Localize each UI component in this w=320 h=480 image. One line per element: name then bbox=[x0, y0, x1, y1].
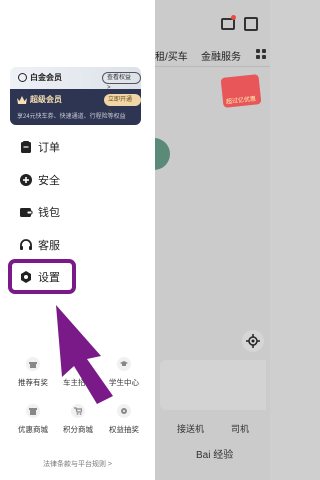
lottery-icon bbox=[117, 404, 131, 418]
grid-item-label: 权益抽奖 bbox=[109, 425, 139, 434]
grid-item-label: 推荐有奖 bbox=[18, 378, 48, 387]
red-packet-text: 超过亿优惠 bbox=[225, 96, 257, 106]
crown-icon bbox=[17, 96, 27, 104]
watermark: Bai 经验 bbox=[196, 450, 234, 461]
super-member-row: 超级会员 立即开通 > 享24元快车券、快速通道、行程险等权益 bbox=[10, 89, 141, 125]
super-member-description: 享24元快车券、快速通道、行程险等权益 bbox=[17, 114, 126, 120]
gift-icon bbox=[26, 357, 40, 371]
menu-item-label: 安全 bbox=[38, 175, 60, 187]
grid-item-driver-recruit[interactable]: 车主招募 bbox=[55, 357, 101, 397]
background-card bbox=[160, 360, 266, 410]
menu-item-safety[interactable]: 安全 bbox=[14, 169, 134, 191]
store-icon bbox=[26, 404, 40, 418]
platinum-member-row: 白金会员 查看权益 > bbox=[10, 67, 141, 91]
graduation-cap-icon bbox=[117, 357, 131, 371]
ring-icon bbox=[18, 73, 27, 82]
tab-finance-service[interactable]: 金融服务 bbox=[201, 48, 241, 63]
menu-item-customer-service[interactable]: 客服 bbox=[14, 234, 134, 256]
open-now-button[interactable]: 立即开通 > bbox=[104, 94, 141, 115]
platinum-member-label: 白金会员 bbox=[30, 73, 62, 82]
cart-icon bbox=[71, 404, 85, 418]
menu-item-label: 钱包 bbox=[38, 207, 60, 219]
menu-item-label: 订单 bbox=[38, 142, 60, 154]
more-grid-icon[interactable] bbox=[256, 49, 266, 59]
member-card[interactable]: 白金会员 查看权益 > 超级会员 立即开通 > 享24元快车券、快速通道、行程险… bbox=[10, 67, 141, 125]
grid-item-rights-lottery[interactable]: 权益抽奖 bbox=[101, 404, 147, 444]
grid-item-label: 学生中心 bbox=[109, 378, 139, 387]
grid-item-referral[interactable]: 推荐有奖 bbox=[10, 357, 56, 397]
grid-item-points-mall[interactable]: 积分商城 bbox=[55, 404, 101, 444]
driver-tab[interactable]: 司机 bbox=[231, 422, 249, 435]
tab-rent-buy-car[interactable]: 租/买车 bbox=[155, 48, 188, 63]
background-bottom-bar: 接送机 司机 bbox=[155, 418, 270, 440]
airport-transfer-tab[interactable]: 接送机 bbox=[177, 422, 204, 435]
grid-item-label: 车主招募 bbox=[63, 378, 93, 387]
notification-dot bbox=[231, 15, 236, 20]
wallet-icon bbox=[20, 208, 33, 217]
view-rights-button[interactable]: 查看权益 > bbox=[102, 72, 141, 91]
divider bbox=[155, 66, 270, 67]
locate-icon[interactable] bbox=[242, 330, 264, 352]
menu-item-wallet[interactable]: 钱包 bbox=[14, 201, 134, 223]
grid-item-discount-mall[interactable]: 优惠商城 bbox=[10, 404, 56, 444]
legal-terms-link[interactable]: 法律条款与平台规则 > bbox=[0, 459, 155, 469]
settings-highlight-box bbox=[8, 259, 76, 294]
menu-item-label: 客服 bbox=[38, 240, 60, 252]
shield-plus-icon bbox=[20, 174, 32, 186]
car-icon bbox=[71, 357, 85, 371]
menu-item-orders[interactable]: 订单 bbox=[14, 136, 134, 158]
grid-item-student-center[interactable]: 学生中心 bbox=[101, 357, 147, 397]
side-drawer: 白金会员 查看权益 > 超级会员 立即开通 > 享24元快车券、快速通道、行程险… bbox=[0, 0, 155, 480]
grid-item-label: 优惠商城 bbox=[18, 425, 48, 434]
grid-item-label: 积分商城 bbox=[63, 425, 93, 434]
red-packet-banner[interactable]: 超过亿优惠 bbox=[220, 74, 262, 108]
background-tabs: 租/买车 金融服务 bbox=[155, 44, 270, 64]
scan-icon[interactable] bbox=[244, 17, 258, 31]
order-icon bbox=[21, 141, 31, 153]
headset-icon bbox=[20, 239, 32, 250]
super-member-label: 超级会员 bbox=[30, 95, 62, 104]
